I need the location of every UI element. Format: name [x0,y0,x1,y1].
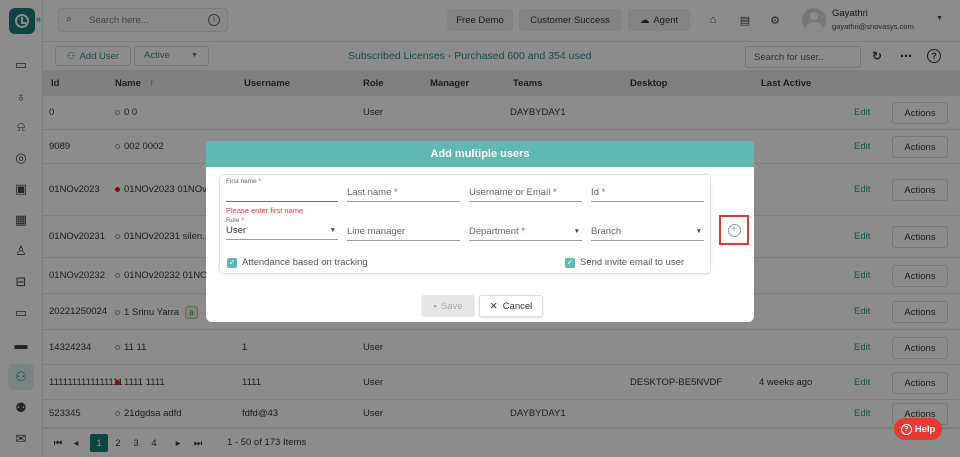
last-name-text: Last name [347,187,392,198]
username-email-placeholder: Username or Email * [469,187,557,198]
help-label: Help [914,423,936,435]
required-mark: * [521,226,525,237]
first-name-field[interactable] [226,184,338,202]
add-multiple-users-modal: Add multiple users First name * Please e… [206,141,754,322]
line-manager-field[interactable]: Line manager [347,223,460,241]
send-invite-checkbox[interactable]: ✓ [565,257,575,268]
save-button[interactable]: ▪ Save [421,295,475,317]
role-select[interactable]: User ▼ [226,222,338,240]
save-icon: ▪ [433,300,437,312]
save-label: Save [440,300,463,312]
send-invite-label: Send invite email to user [580,257,685,268]
department-placeholder: Department * [469,226,525,237]
first-name-error: Please enter first name [226,206,304,215]
attendance-checkbox[interactable]: ✓ [227,257,237,268]
branch-placeholder: Branch [591,226,622,237]
send-invite-checkbox-row[interactable]: ✓ Send invite email to user [565,257,684,268]
attendance-checkbox-row[interactable]: ✓ Attendance based on tracking [227,257,368,268]
close-icon: ✕ [489,300,498,312]
chevron-down-icon: ▼ [329,227,336,234]
attendance-label: Attendance based on tracking [242,257,368,268]
branch-select[interactable]: Branch ▼ [591,223,704,241]
question-icon: ? [900,423,912,435]
id-field[interactable]: Id * [591,184,704,202]
plus-circle-icon: + [727,223,741,237]
add-row-button[interactable]: + [719,215,749,245]
username-email-text: Username or Email [469,187,551,198]
role-value: User [226,225,247,236]
department-select[interactable]: Department * ▼ [469,223,582,241]
chevron-down-icon: ▼ [573,228,580,235]
modal-title: Add multiple users [206,141,754,167]
id-placeholder: Id * [591,187,605,198]
required-mark: * [394,187,398,198]
cancel-label: Cancel [502,300,533,312]
id-text: Id [591,187,599,198]
help-button[interactable]: ? Help [894,418,942,440]
last-name-field[interactable]: Last name * [347,184,460,202]
department-text: Department [469,226,519,237]
username-email-field[interactable]: Username or Email * [469,184,582,202]
chevron-down-icon: ▼ [695,228,702,235]
cancel-button[interactable]: ✕ Cancel [479,295,543,317]
required-mark: * [552,187,557,198]
user-form-row: First name * Please enter first name Las… [219,174,711,274]
required-mark: * [601,187,606,198]
last-name-placeholder: Last name * [347,187,398,198]
line-manager-placeholder: Line manager [347,226,406,237]
